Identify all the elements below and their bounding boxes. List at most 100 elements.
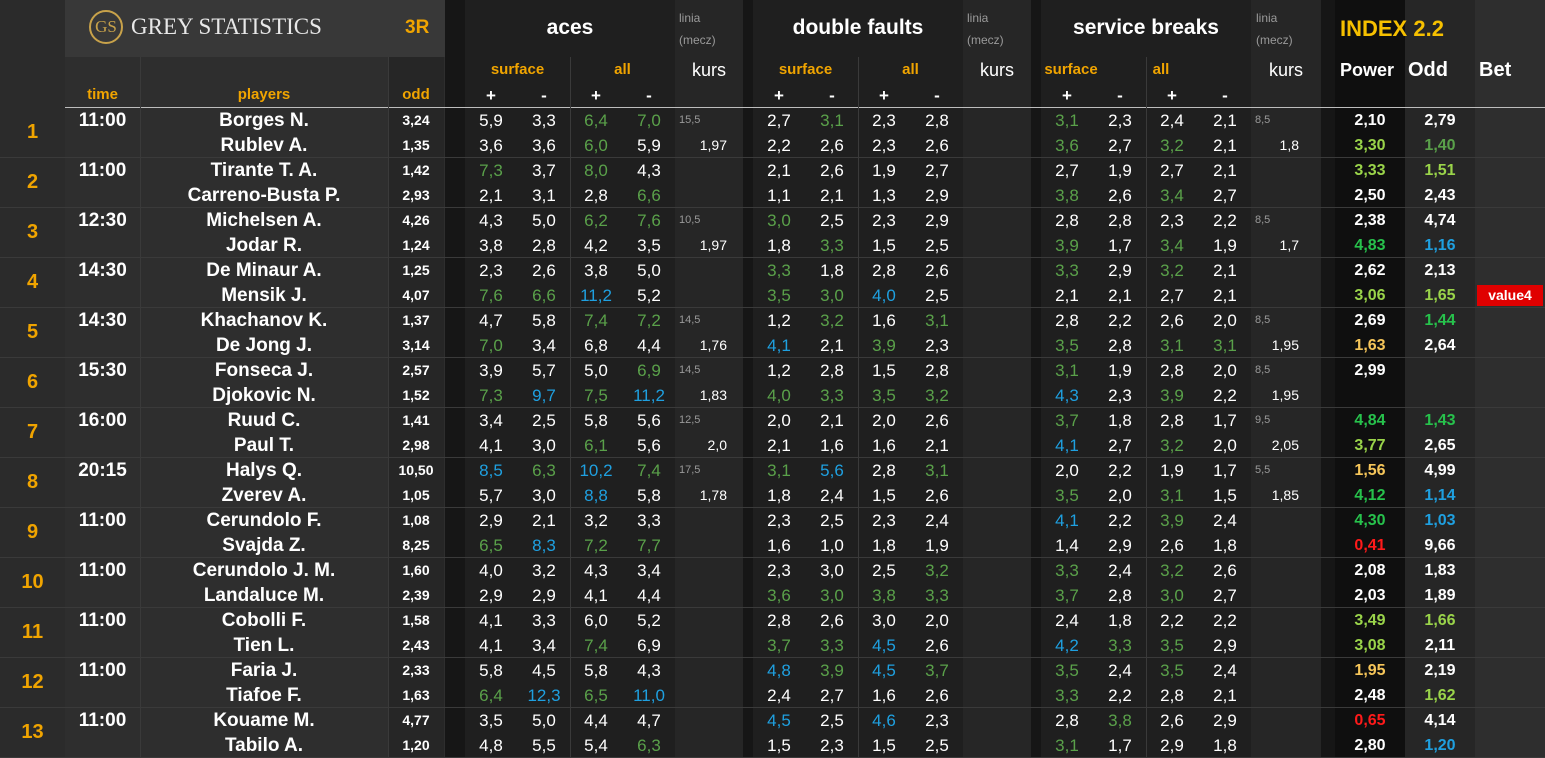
aces-value: 3,2 xyxy=(532,561,556,580)
df-value: 4,0 xyxy=(767,386,791,405)
df-value: 2,6 xyxy=(925,261,949,280)
power-value: 2,38 xyxy=(1354,212,1386,229)
df-value: 2,0 xyxy=(767,411,791,430)
df-value: 4,6 xyxy=(872,711,896,730)
aces-value: 6,6 xyxy=(532,286,556,305)
aces-value: 8,5 xyxy=(479,461,503,480)
df-value: 3,7 xyxy=(767,636,791,655)
match-time: 15:30 xyxy=(78,360,127,381)
odd-value: 4,14 xyxy=(1424,712,1456,729)
player-odd: 1,58 xyxy=(402,612,430,628)
aces-value: 4,7 xyxy=(479,311,503,330)
match-number: 9 xyxy=(26,521,39,543)
match-number: 6 xyxy=(26,371,39,393)
sb-value: 2,9 xyxy=(1108,536,1132,555)
aces-value: 10,2 xyxy=(579,461,613,480)
df-value: 3,1 xyxy=(925,461,949,480)
player-name: Cerundolo F. xyxy=(206,510,322,531)
aces-value: 5,8 xyxy=(584,411,608,430)
df-value: 3,3 xyxy=(820,636,844,655)
df-value: 3,9 xyxy=(820,661,844,680)
logo-letters: GS xyxy=(95,17,117,36)
df-minus-label: - xyxy=(829,86,835,105)
sb-value: 3,1 xyxy=(1160,336,1184,355)
sb-kurs-label: kurs xyxy=(1268,60,1303,80)
df-value: 3,9 xyxy=(872,336,896,355)
aces-value: 5,6 xyxy=(637,436,661,455)
power-value: 2,50 xyxy=(1354,187,1386,204)
power-value: 4,84 xyxy=(1354,412,1386,429)
aces-value: 4,1 xyxy=(479,636,503,655)
sb-value: 2,1 xyxy=(1213,136,1237,155)
ace-kurs: 1,76 xyxy=(699,337,727,353)
df-value: 3,3 xyxy=(820,236,844,255)
aces-value: 3,2 xyxy=(584,511,608,530)
sb-value: 2,1 xyxy=(1213,686,1237,705)
aces-value: 2,1 xyxy=(532,511,556,530)
aces-value: 7,7 xyxy=(637,536,661,555)
aces-value: 3,4 xyxy=(479,411,503,430)
gap-band xyxy=(1321,0,1335,758)
sb-value: 4,1 xyxy=(1055,511,1079,530)
sb-value: 2,7 xyxy=(1160,286,1184,305)
sb-value: 2,7 xyxy=(1160,161,1184,180)
df-surface-label: surface xyxy=(778,61,833,78)
sb-value: 2,4 xyxy=(1108,561,1132,580)
df-value: 2,6 xyxy=(925,686,949,705)
odd-value: 1,20 xyxy=(1424,737,1456,754)
player-name: Jodar R. xyxy=(225,235,303,256)
sb-value: 2,8 xyxy=(1160,686,1184,705)
df-value: 2,1 xyxy=(925,436,949,455)
aces-value: 5,9 xyxy=(637,136,661,155)
players-col-label: players xyxy=(237,86,291,103)
sb-value: 3,3 xyxy=(1055,261,1079,280)
sb-value: 2,4 xyxy=(1055,611,1079,630)
df-value: 3,0 xyxy=(820,286,844,305)
sb-value: 3,2 xyxy=(1160,136,1184,155)
sb-value: 1,9 xyxy=(1108,361,1132,380)
df-value: 4,1 xyxy=(767,336,791,355)
player-odd: 2,43 xyxy=(402,637,430,653)
df-value: 2,1 xyxy=(820,411,844,430)
odd-value: 9,66 xyxy=(1424,537,1456,554)
df-kurs-band xyxy=(963,0,1031,758)
aces-value: 5,8 xyxy=(637,486,661,505)
sb-value: 3,0 xyxy=(1160,586,1184,605)
df-value: 2,3 xyxy=(925,336,949,355)
sb-linia-label: linia xyxy=(1256,11,1278,25)
match-number: 7 xyxy=(26,421,39,443)
sb-value: 1,9 xyxy=(1213,236,1237,255)
aces-surface-label: surface xyxy=(490,61,545,78)
sb-value: 3,1 xyxy=(1213,336,1237,355)
df-value: 1,8 xyxy=(767,236,791,255)
df-value: 3,1 xyxy=(925,311,949,330)
bet-band xyxy=(1475,0,1545,758)
aces-value: 5,0 xyxy=(532,211,556,230)
odd-value: 2,43 xyxy=(1424,187,1456,204)
df-value: 2,3 xyxy=(872,211,896,230)
match-time: 14:30 xyxy=(78,310,127,331)
stats-sheet: GS GREY STATISTICS 3R aces linia (mecz) … xyxy=(0,0,1545,758)
power-label: Power xyxy=(1340,60,1395,80)
sb-value: 3,4 xyxy=(1160,186,1184,205)
df-value: 3,0 xyxy=(872,611,896,630)
player-odd: 1,35 xyxy=(402,137,430,153)
aces-value: 7,3 xyxy=(479,386,503,405)
sb-value: 1,8 xyxy=(1108,611,1132,630)
sb-line: 8,5 xyxy=(1255,214,1271,226)
odd-label: Odd xyxy=(1408,59,1448,81)
sb-value: 2,8 xyxy=(1160,361,1184,380)
sb-value: 3,6 xyxy=(1055,136,1079,155)
df-value: 3,2 xyxy=(820,311,844,330)
power-value: 0,41 xyxy=(1354,537,1386,554)
sb-value: 3,3 xyxy=(1055,561,1079,580)
sb-line: 9,5 xyxy=(1255,414,1271,426)
sb-value: 2,7 xyxy=(1108,436,1132,455)
aces-value: 3,4 xyxy=(532,636,556,655)
df-value: 2,6 xyxy=(925,486,949,505)
odd-value: 1,43 xyxy=(1424,412,1456,429)
aces-value: 7,4 xyxy=(637,461,661,480)
df-value: 2,5 xyxy=(872,561,896,580)
sb-value: 2,8 xyxy=(1108,211,1132,230)
player-name: Borges N. xyxy=(219,110,309,131)
